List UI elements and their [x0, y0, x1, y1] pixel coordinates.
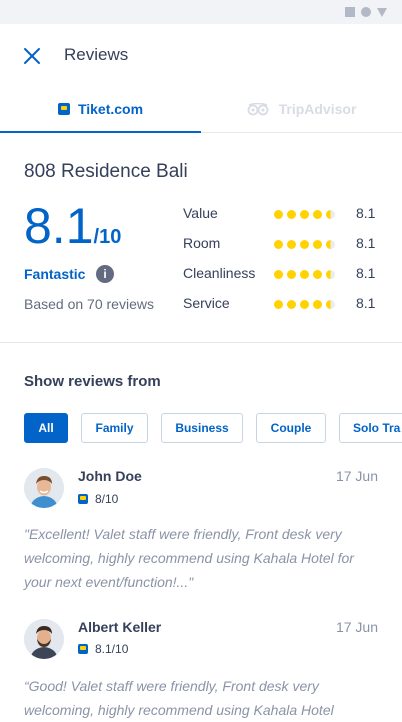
overall-score: 8.1/10 — [24, 196, 121, 256]
star-icon — [274, 300, 283, 309]
source-tabs: Tiket.com TripAdvisor — [0, 86, 402, 133]
star-rating — [274, 210, 339, 219]
star-icon — [313, 240, 322, 249]
chip-business[interactable]: Business — [161, 413, 243, 443]
breakdown-row: Room 8.1 — [183, 235, 393, 255]
tab-tiket[interactable]: Tiket.com — [0, 86, 201, 133]
tab-tripadvisor[interactable]: TripAdvisor — [201, 86, 402, 132]
person-avatar-icon — [24, 619, 64, 659]
star-icon — [274, 270, 283, 279]
star-icon — [287, 270, 296, 279]
tiket-logo-icon — [78, 494, 88, 504]
page-title: Reviews — [64, 45, 129, 64]
tripadvisor-logo-icon — [247, 102, 268, 115]
avatar — [24, 619, 64, 659]
star-icon — [274, 240, 283, 249]
breakdown-label: Value — [183, 205, 218, 221]
section-divider — [0, 342, 402, 343]
person-avatar-icon — [24, 468, 64, 508]
review-date: 17 Jun — [335, 619, 378, 635]
status-bar — [0, 0, 402, 24]
star-icon — [287, 300, 296, 309]
breakdown-value: 8.1 — [356, 235, 376, 251]
star-rating — [274, 270, 339, 279]
star-icon — [300, 270, 309, 279]
review-count: Based on 70 reviews — [24, 296, 154, 312]
star-icon — [326, 240, 335, 249]
star-rating — [274, 300, 339, 309]
star-icon — [274, 210, 283, 219]
breakdown-label: Cleanliness — [183, 265, 256, 281]
tiket-logo-icon — [78, 644, 88, 654]
breakdown-row: Cleanliness 8.1 — [183, 265, 393, 285]
review-date: 17 Jun — [335, 468, 378, 484]
status-circle-icon — [361, 7, 371, 17]
breakdown-label: Room — [183, 235, 221, 251]
breakdown-row: Value 8.1 — [183, 205, 393, 225]
filter-title: Show reviews from — [24, 373, 161, 390]
star-icon — [287, 240, 296, 249]
star-icon — [326, 210, 335, 219]
breakdown-value: 8.1 — [356, 205, 376, 221]
breakdown-label: Service — [183, 295, 230, 311]
star-icon — [287, 210, 296, 219]
chip-couple[interactable]: Couple — [256, 413, 326, 443]
breakdown-value: 8.1 — [356, 295, 376, 311]
review-text: "Excellent! Valet staff were friendly, F… — [24, 526, 354, 590]
star-icon — [300, 240, 309, 249]
filter-chips: All Family Business Couple Solo Tra — [24, 413, 402, 443]
breakdown-row: Service 8.1 — [183, 295, 393, 315]
star-icon — [326, 270, 335, 279]
score-value: 8.1 — [24, 198, 94, 254]
breakdown-value: 8.1 — [356, 265, 376, 281]
chip-family[interactable]: Family — [81, 413, 148, 443]
star-icon — [300, 300, 309, 309]
info-icon[interactable]: i — [96, 265, 114, 283]
active-tab-indicator — [0, 131, 201, 133]
chip-solo-travel[interactable]: Solo Tra — [339, 413, 402, 443]
star-icon — [313, 210, 322, 219]
star-rating — [274, 240, 339, 249]
avatar — [24, 468, 64, 508]
tiket-logo-icon — [57, 103, 70, 115]
header — [0, 24, 402, 86]
score-max: /10 — [93, 226, 122, 248]
tab-label: Tiket.com — [77, 101, 144, 117]
status-triangle-icon — [377, 8, 387, 17]
star-icon — [326, 300, 335, 309]
rating-word: Fantastic — [24, 266, 86, 282]
star-icon — [313, 270, 322, 279]
close-icon[interactable] — [22, 46, 42, 66]
tab-label: TripAdvisor — [278, 101, 357, 117]
status-square-icon — [345, 7, 355, 17]
review-text: “Good! Valet staff were friendly, Front … — [24, 678, 334, 718]
review-score: 8.1/10 — [95, 642, 129, 656]
chip-all[interactable]: All — [24, 413, 68, 443]
review-score: 8/10 — [95, 492, 119, 506]
star-icon — [300, 210, 309, 219]
reviewer-name: John Doe — [78, 468, 142, 484]
hotel-name: 808 Residence Bali — [24, 161, 188, 182]
star-icon — [313, 300, 322, 309]
reviewer-name: Albert Keller — [78, 619, 162, 635]
